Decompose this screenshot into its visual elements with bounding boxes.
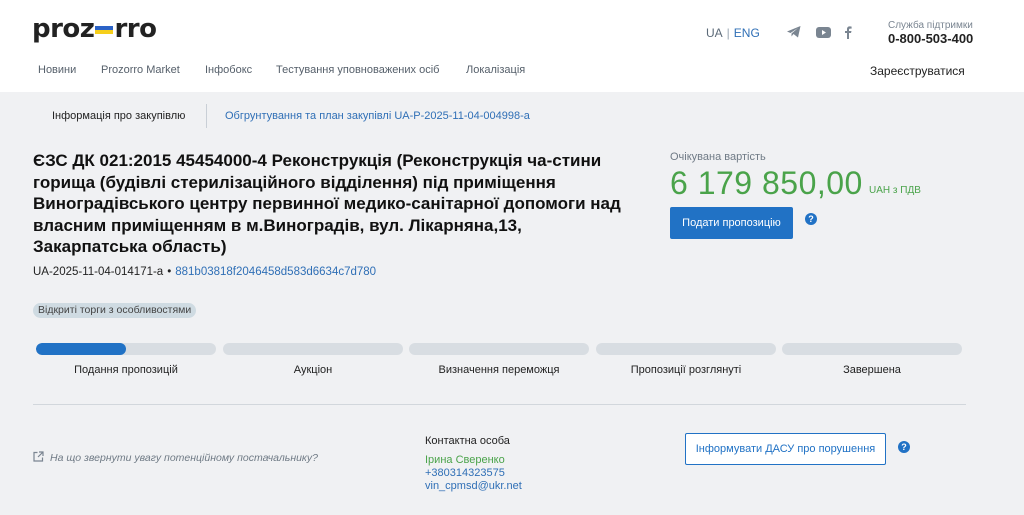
stage-label-reviewed: Пропозиції розглянуті: [630, 364, 742, 376]
nav-infobox[interactable]: Інфобокс: [205, 64, 252, 76]
facebook-icon[interactable]: [840, 24, 856, 40]
report-dasu-button[interactable]: Інформувати ДАСУ про порушення: [685, 433, 886, 465]
expected-value-unit: UAH з ПДВ: [869, 185, 921, 196]
register-link[interactable]: Зареєструватися: [870, 64, 965, 78]
tab-procurement-plan[interactable]: Обгрунтування та план закупівлі UA-P-202…: [225, 110, 530, 122]
tender-ids: UA-2025-11-04-014171-a • 881b03818f2046458…: [33, 266, 377, 278]
stage-bar-winner: [409, 343, 589, 355]
stage-bar-completed: [782, 343, 962, 355]
lang-eng[interactable]: ENG: [734, 26, 760, 40]
contact-name: Ірина Сверенко: [425, 454, 505, 466]
nav-localization[interactable]: Локалізація: [466, 64, 525, 76]
nav-testing[interactable]: Тестування уповноважених осіб: [276, 64, 439, 76]
stage-label-submission: Подання пропозицій: [74, 364, 178, 376]
lang-ua[interactable]: UA: [706, 26, 723, 40]
contact-person-label: Контактна особа: [425, 435, 510, 447]
stage-fill: [36, 343, 126, 355]
help-icon[interactable]: ?: [898, 441, 910, 453]
tender-hash[interactable]: 881b03818f2046458d583d6634c7d780: [175, 266, 376, 278]
section-divider: [33, 404, 966, 405]
tender-id: UA-2025-11-04-014171-a: [33, 266, 164, 278]
submit-proposal-button[interactable]: Подати пропозицію: [670, 207, 793, 239]
contact-email[interactable]: vin_cpmsd@ukr.net: [425, 480, 522, 492]
stage-label-auction: Аукціон: [293, 364, 333, 376]
supplier-hint-text: На що звернути увагу потенційному постач…: [50, 452, 318, 464]
contact-phone[interactable]: +380314323575: [425, 467, 505, 479]
expected-value-amount: 6 179 850,00: [670, 165, 863, 201]
nav-prozorro-market[interactable]: Prozorro Market: [101, 64, 180, 76]
procedure-type-badge: Відкриті торги з особливостями: [33, 303, 197, 318]
nav-news[interactable]: Новини: [38, 64, 76, 76]
external-link-icon: [33, 451, 44, 465]
help-icon[interactable]: ?: [805, 213, 817, 225]
language-switch: UA | ENG: [706, 26, 760, 40]
tab-procurement-info[interactable]: Інформація про закупівлю: [52, 110, 185, 122]
expected-value-label: Очікувана вартість: [670, 151, 766, 163]
stage-bar-auction: [223, 343, 403, 355]
stage-bar-submission: [36, 343, 216, 355]
supplier-hint-link[interactable]: На що звернути увагу потенційному постач…: [33, 451, 318, 465]
telegram-icon[interactable]: [786, 24, 802, 40]
support-label: Служба підтримки: [888, 20, 973, 31]
youtube-icon[interactable]: [815, 24, 831, 40]
prozorro-logo[interactable]: proz rro: [32, 14, 157, 44]
ukraine-flag-icon: [95, 26, 114, 34]
stage-label-winner: Визначення переможця: [438, 364, 560, 376]
support-phone[interactable]: 0-800-503-400: [888, 31, 973, 46]
stage-bar-reviewed: [596, 343, 776, 355]
site-header: proz rro UA | ENG Служба підтримки 0-800-50…: [0, 0, 1024, 92]
stage-label-completed: Завершена: [843, 364, 901, 376]
tab-divider: [206, 104, 207, 128]
tender-title: ЄЗС ДК 021:2015 45454000-4 Реконструкція…: [33, 151, 621, 256]
